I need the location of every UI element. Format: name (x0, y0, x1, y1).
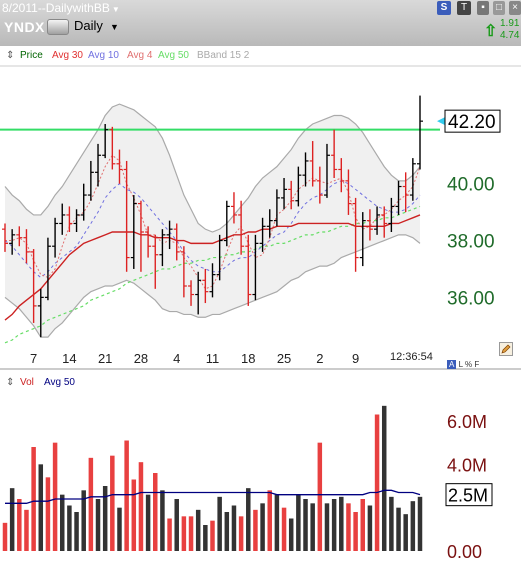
volume-bar (381, 405, 387, 551)
x-axis-tick-label: 2 (316, 351, 323, 366)
volume-bar (324, 503, 330, 551)
volume-bar (360, 499, 366, 551)
mini-tool-f[interactable]: F (474, 360, 479, 369)
mini-tool-percent[interactable]: % (465, 360, 472, 369)
volume-bar (88, 457, 94, 551)
volume-bar (174, 499, 179, 551)
volume-bar (45, 477, 51, 551)
volume-axis-tick-label: 6.0M (447, 412, 487, 432)
volume-bar (145, 494, 151, 551)
volume-bar (246, 488, 251, 551)
volume-bar (188, 516, 194, 551)
x-axis-tick-label: 21 (98, 351, 112, 366)
volume-bar (110, 455, 115, 551)
volume-bar (403, 514, 408, 551)
volume-bar (288, 518, 294, 551)
vol-legend-handle-icon[interactable]: ⇕ (6, 377, 14, 388)
volume-bar (160, 490, 165, 551)
volume-bar (38, 464, 44, 551)
volume-bar (153, 473, 158, 551)
volume-bar (410, 501, 416, 551)
volume-bar (296, 494, 301, 551)
volume-bar (217, 496, 222, 551)
volume-bar (9, 488, 15, 551)
last-price-label: 42.20 (448, 112, 496, 133)
volume-bar (59, 494, 65, 551)
volume-bar (124, 440, 129, 551)
x-axis-tick-label: 11 (206, 351, 220, 366)
price-axis-tick-label: 36.00 (447, 288, 495, 309)
volume-bar (67, 505, 72, 551)
volume-bar (131, 479, 137, 551)
volume-bar (2, 522, 8, 551)
mini-toolbar: A L % F (447, 360, 479, 369)
volume-avg50-line (5, 489, 421, 504)
volume-bar (267, 490, 272, 551)
volume-bar (253, 509, 258, 551)
volume-axis-tick-label: 4.0M (447, 455, 487, 475)
volume-bar (389, 496, 394, 551)
volume-bar (74, 512, 79, 551)
volume-bar (52, 442, 58, 551)
price-axis-tick-label: 40.00 (447, 175, 495, 196)
bollinger-band-fill (5, 104, 420, 338)
volume-bar (374, 414, 380, 551)
volume-bar (203, 525, 208, 551)
volume-bar (167, 518, 172, 551)
price-axis-tick-label: 38.00 (447, 232, 495, 253)
x-axis-tick-label: 9 (352, 351, 359, 366)
volume-bar (274, 494, 280, 551)
volume-bar (260, 503, 265, 551)
volume-bar (95, 499, 101, 551)
volume-bar (396, 507, 401, 551)
mini-tool-a[interactable]: A (447, 360, 457, 369)
legend-item-vol[interactable]: Vol (20, 377, 34, 388)
volume-bar (367, 505, 373, 551)
volume-bar (281, 507, 287, 551)
last-price-pointer (437, 117, 445, 126)
volume-bar (238, 516, 244, 551)
volume-bar (138, 462, 144, 551)
mini-tool-l[interactable]: L (459, 360, 463, 369)
volume-bar (224, 512, 230, 551)
volume-bar (31, 447, 36, 551)
ohlc-bar (417, 95, 423, 170)
pencil-icon[interactable] (499, 342, 513, 356)
volume-bar (24, 509, 29, 551)
x-axis-tick-label: 18 (241, 351, 255, 366)
volume-bar (339, 496, 344, 551)
volume-bar (417, 496, 423, 551)
volume-bar (317, 442, 323, 551)
timestamp: 12:36:54 (390, 351, 433, 363)
x-axis-tick-label: 28 (134, 351, 148, 366)
volume-bar (181, 516, 187, 551)
x-axis-tick-label: 25 (277, 351, 291, 366)
volume-bar (303, 499, 308, 551)
volume-bar (231, 505, 237, 551)
x-axis-tick-label: 4 (173, 351, 180, 366)
volume-bar (353, 512, 358, 551)
chart-canvas: 36.00 38.00 40.00 42.20 7 14 21 28 4 11 18 25 2 9 0.00… (0, 65, 521, 562)
x-axis-tick-label: 14 (62, 351, 76, 366)
volume-bar (117, 507, 122, 551)
volume-bar (331, 499, 337, 551)
volume-bar (195, 509, 201, 551)
volume-axis-tick-label: 0.00 (447, 542, 482, 562)
volume-bar (310, 503, 315, 551)
volume-bar (346, 503, 351, 551)
legend-item-vol-avg50[interactable]: Avg 50 (44, 377, 75, 388)
volume-avg-label: 2.5M (448, 486, 488, 506)
volume-bar (17, 499, 22, 551)
x-axis-tick-label: 7 (30, 351, 37, 366)
volume-bar (210, 520, 215, 551)
